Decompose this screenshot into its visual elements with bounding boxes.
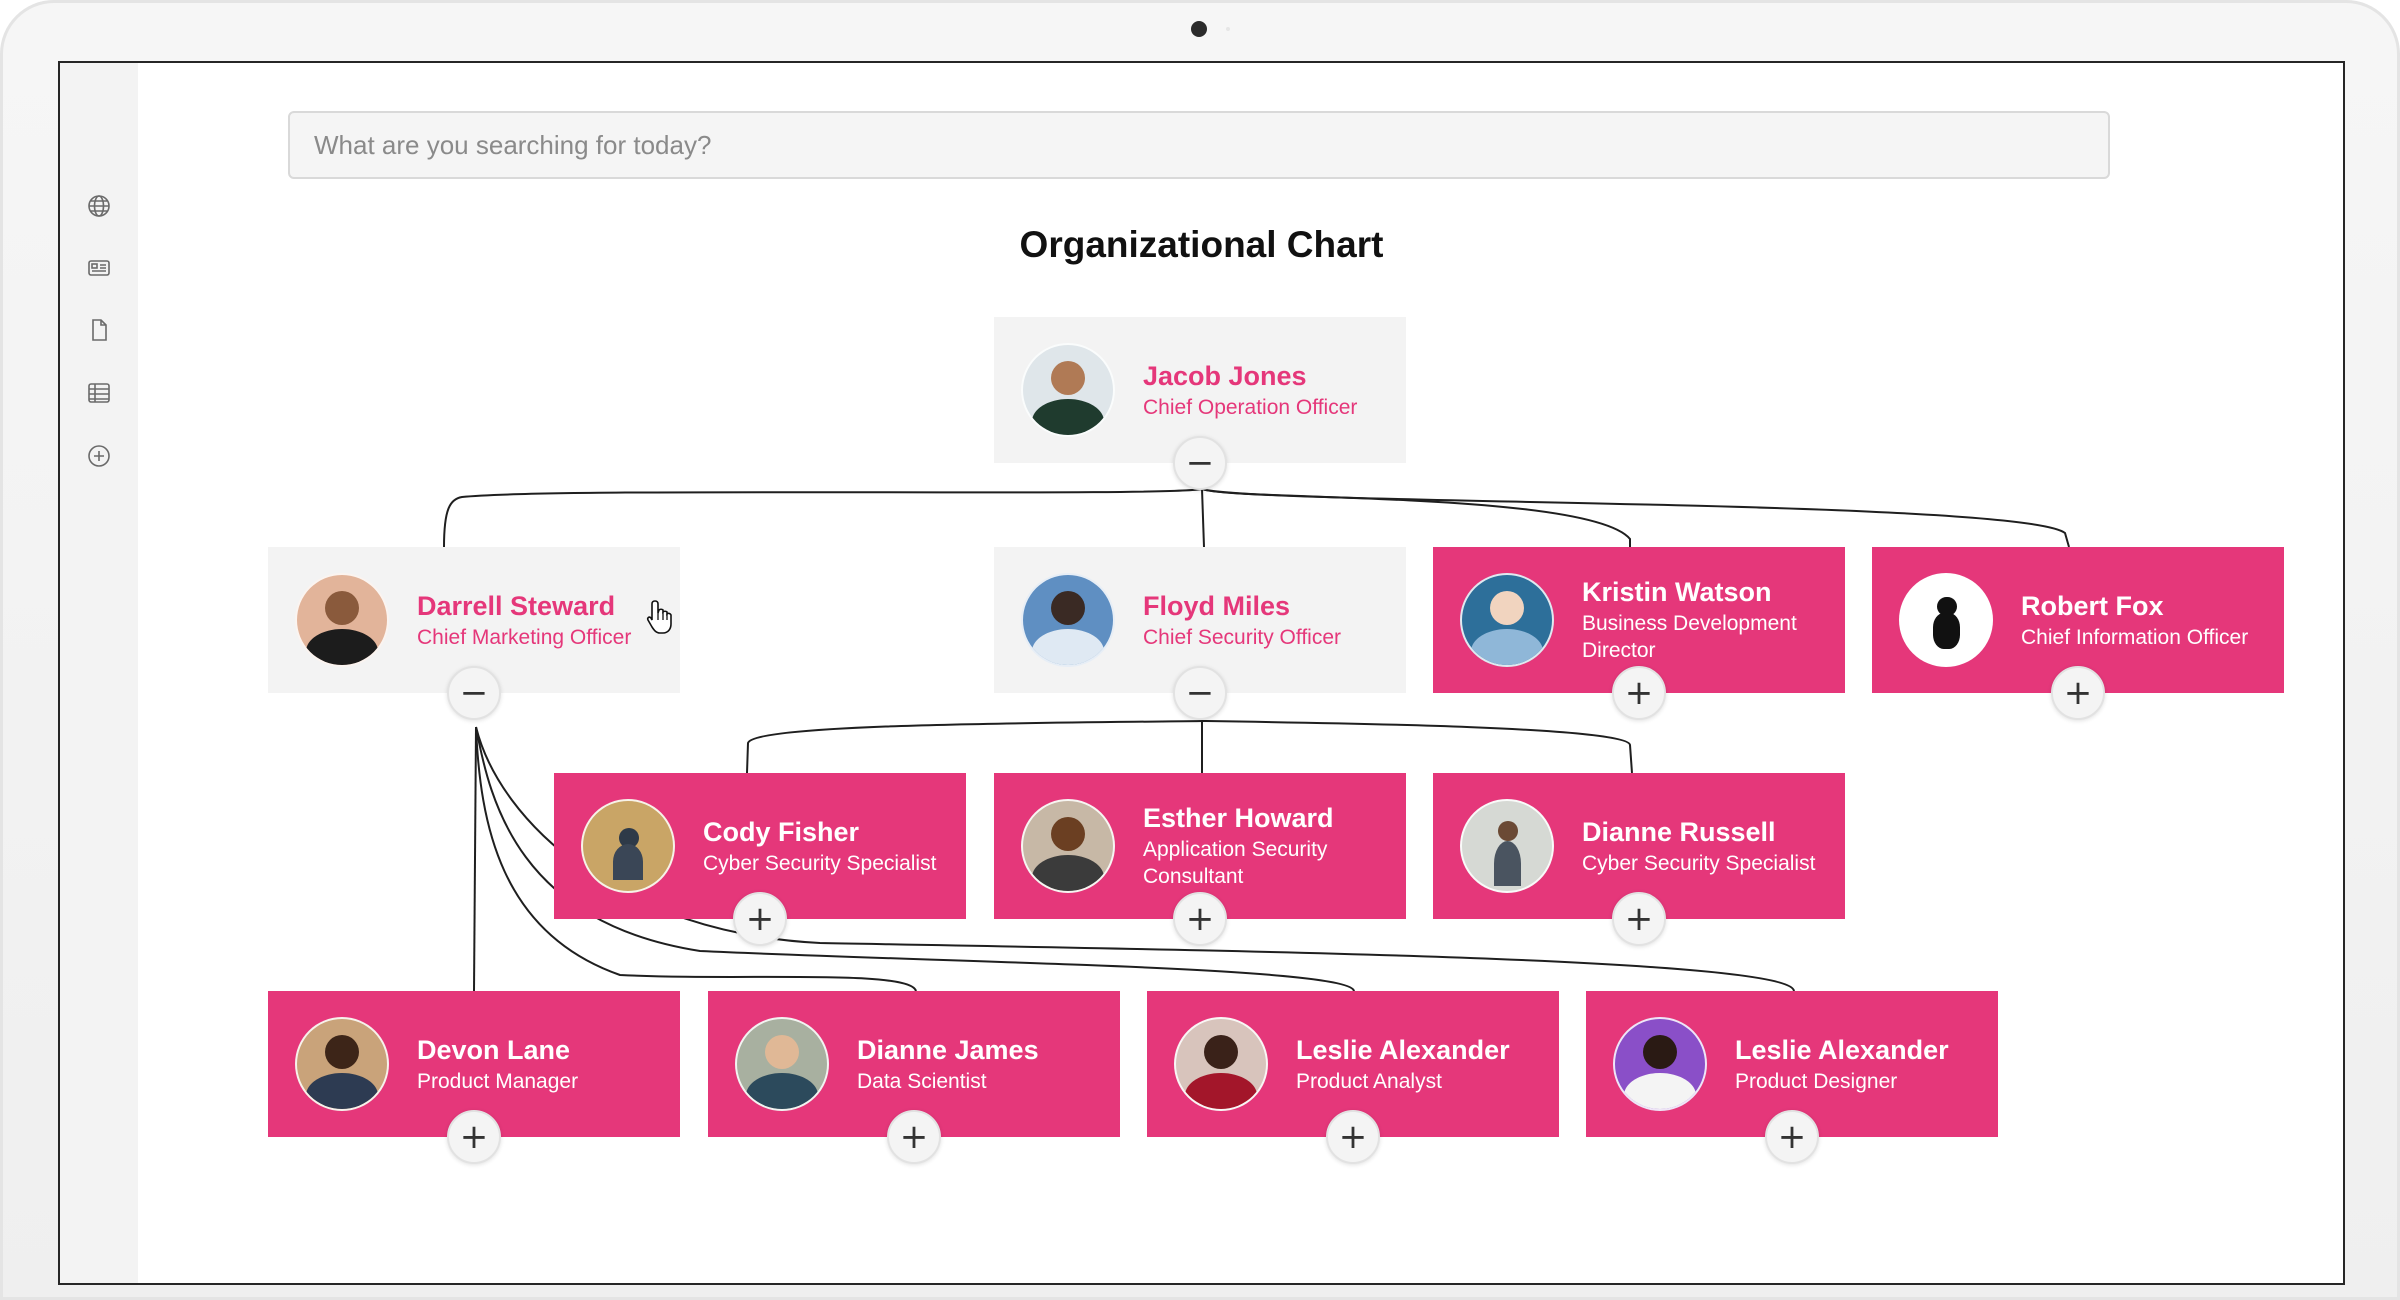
expand-button-leslie-alexander-designer[interactable]: + [1765,1110,1819,1164]
employee-name: Devon Lane [417,1034,571,1065]
employee-role: Chief Operation Officer [1143,395,1358,419]
employee-role: Cyber Security Specialist [1582,851,1816,875]
avatar [1174,1017,1268,1111]
add-circle-icon[interactable] [87,444,111,468]
avatar [735,1017,829,1111]
expand-button-devon-lane[interactable]: + [447,1110,501,1164]
employee-name: Dianne James [857,1034,1039,1065]
document-icon[interactable] [87,318,111,342]
avatar [295,573,389,667]
avatar [295,1017,389,1111]
expand-button-leslie-alexander-analyst[interactable]: + [1326,1110,1380,1164]
employee-name: Leslie Alexander [1735,1034,1949,1065]
employee-role: Product Designer [1735,1069,1898,1093]
connector-darrell-devon [473,726,477,992]
avatar [1021,799,1115,893]
expand-button-esther-howard[interactable]: + [1173,892,1227,946]
avatar [1613,1017,1707,1111]
employee-role: Business Development Director [1582,612,1797,662]
avatar [581,799,675,893]
employee-name: Leslie Alexander [1296,1034,1510,1065]
camera-lens [1191,21,1207,37]
table-icon[interactable] [87,381,111,405]
expand-button-dianne-russell[interactable]: + [1612,892,1666,946]
avatar [1021,573,1115,667]
avatar [1021,343,1115,437]
employee-role: Data Scientist [857,1069,987,1093]
avatar [1460,573,1554,667]
connector-jacob-floyd [1201,488,1205,548]
employee-name: Floyd Miles [1143,590,1291,621]
employee-role: Application Security Consultant [1143,838,1328,888]
employee-role: Product Analyst [1296,1069,1442,1093]
connector-jacob-robert [1201,488,2070,548]
camera-sensor [1226,27,1230,31]
employee-name: Robert Fox [2021,590,2164,621]
employee-name: Jacob Jones [1143,360,1307,391]
employee-role: Chief Marketing Officer [417,625,632,649]
globe-icon[interactable] [87,194,111,218]
employee-name: Kristin Watson [1582,577,1772,607]
connector-floyd-dianne-russell [1201,720,1633,774]
connector-floyd-cody [746,720,1203,774]
employee-name: Esther Howard [1143,803,1334,833]
collapse-button-jacob-jones[interactable]: − [1173,436,1227,490]
employee-role: Product Manager [417,1069,579,1093]
employee-name: Darrell Steward [417,590,616,621]
avatar [1460,799,1554,893]
employee-role: Chief Information Officer [2021,625,2249,649]
employee-role: Cyber Security Specialist [703,851,937,875]
connector-jacob-darrell [443,488,1203,548]
employee-name: Dianne Russell [1582,816,1776,847]
employee-role: Chief Security Officer [1143,625,1342,649]
collapse-button-floyd-miles[interactable]: − [1173,666,1227,720]
search-input[interactable] [288,111,2110,179]
collapse-button-darrell-steward[interactable]: − [447,666,501,720]
hand-pointer-cursor-icon [646,600,672,634]
app-screen: Organizational Chart Jacob Jones [58,61,2345,1285]
expand-button-cody-fisher[interactable]: + [733,892,787,946]
employee-name: Cody Fisher [703,816,860,847]
device-frame: Organizational Chart Jacob Jones [0,0,2400,1300]
connector-jacob-kristin [1201,488,1631,547]
expand-button-dianne-james[interactable]: + [887,1110,941,1164]
avatar [1899,573,1993,667]
expand-button-kristin-watson[interactable]: + [1612,666,1666,720]
page-title: Organizational Chart [1019,224,1384,265]
expand-button-robert-fox[interactable]: + [2051,666,2105,720]
